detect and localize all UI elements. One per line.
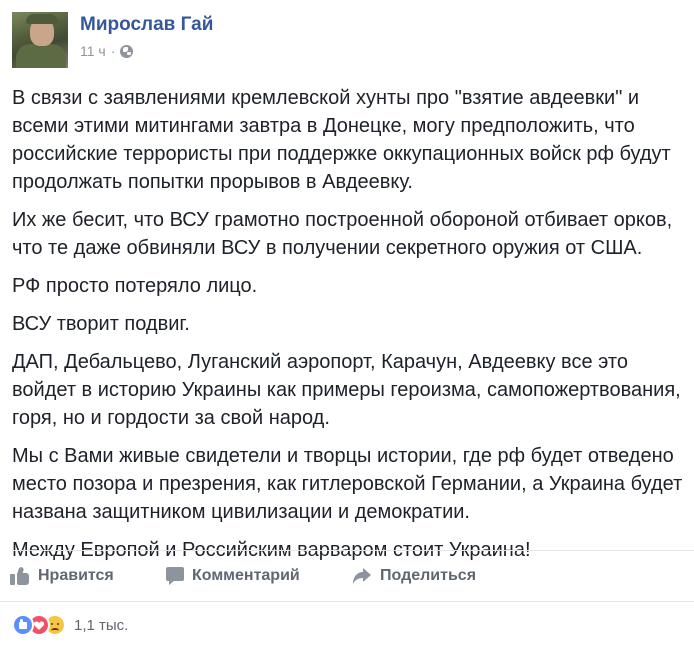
post-paragraph: Мы с Вами живые свидетели и творцы истор… (12, 445, 683, 523)
like-reaction-icon (12, 614, 34, 636)
reaction-count[interactable]: 1,1 тыс. (74, 617, 128, 634)
post-paragraph: ДАП, Дебальцево, Луганский аэропорт, Кар… (12, 351, 681, 429)
comment-button[interactable]: Комментарий (166, 551, 300, 601)
post-paragraph: ВСУ творит подвиг. (12, 313, 190, 335)
comment-icon (166, 567, 184, 585)
comment-label: Комментарий (192, 567, 300, 584)
like-label: Нравится (38, 567, 114, 584)
share-button[interactable]: Поделиться (352, 551, 476, 601)
post-meta: 11 ч · (80, 43, 134, 59)
share-arrow-icon (352, 567, 372, 585)
post-timestamp[interactable]: 11 ч (80, 43, 106, 59)
like-button[interactable]: Нравится (10, 551, 114, 601)
author-name[interactable]: Мирослав Гай (80, 14, 213, 36)
reactions-bar: 1,1 тыс. (0, 602, 694, 654)
post-content: В связи с заявлениями кремлевской хунты … (12, 84, 684, 574)
post-actions: Нравится Комментарий Поделиться (0, 551, 694, 601)
post-paragraph: В связи с заявлениями кремлевской хунты … (12, 87, 671, 193)
facebook-post: Мирослав Гай 11 ч · В связи с заявлениям… (0, 0, 694, 654)
post-paragraph: Их же бесит, что ВСУ грамотно построенно… (12, 209, 673, 259)
share-label: Поделиться (380, 567, 477, 584)
post-paragraph: РФ просто потеряло лицо. (12, 275, 258, 297)
thumbs-up-icon (10, 566, 30, 585)
author-avatar[interactable] (12, 12, 68, 68)
meta-separator: · (110, 43, 116, 59)
globe-icon[interactable] (120, 44, 134, 58)
reactions-summary[interactable]: 1,1 тыс. (12, 613, 128, 637)
